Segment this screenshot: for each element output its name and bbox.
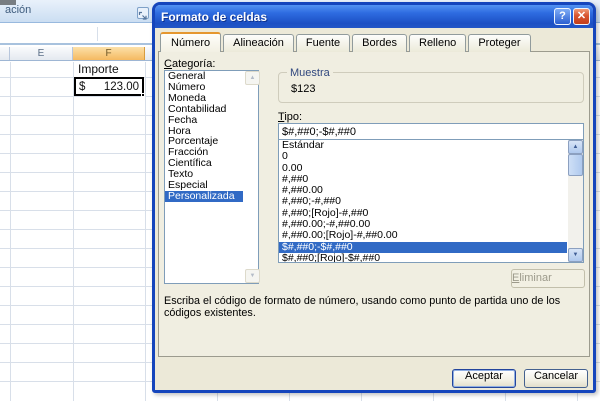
category-item[interactable]: Personalizada	[165, 191, 243, 202]
tab[interactable]: Relleno	[409, 34, 467, 52]
number-tab-page: Categoría: General Número Moneda Contabilid…	[158, 51, 590, 357]
cell-value: 123.00	[103, 80, 139, 93]
cell-f1[interactable]: Importe	[78, 62, 119, 76]
close-icon[interactable]: ✕	[573, 8, 590, 25]
column-header-partial[interactable]	[0, 47, 10, 60]
type-item[interactable]: $#,##0;[Rojo]-$#,##0	[279, 252, 567, 262]
type-listbox[interactable]: Estándar 0 0.00 #,##0 #,##0.00 #,##0;-#,##0 #,…	[278, 139, 584, 263]
type-input[interactable]	[278, 123, 584, 140]
type-item[interactable]: 0	[279, 150, 567, 162]
format-cells-dialog: Formato de celdas ? ✕ Número Alineación Fu…	[152, 2, 596, 393]
sample-value: $123	[291, 83, 316, 95]
category-scrollbar: ▲ ▼	[245, 71, 260, 283]
type-item[interactable]: #,##0.00;[Rojo]-#,##0.00	[279, 230, 567, 242]
tab[interactable]: Número	[160, 32, 222, 52]
gridline	[10, 62, 11, 401]
tab[interactable]: Fuente	[295, 34, 351, 52]
help-icon[interactable]: ?	[554, 8, 571, 25]
name-box-divider	[97, 27, 98, 41]
delete-button[interactable]: Eliminar	[511, 269, 585, 288]
type-item[interactable]: 0.00	[279, 162, 567, 174]
tab[interactable]: Bordes	[352, 34, 407, 52]
sample-group-label: Muestra	[287, 67, 333, 79]
selected-cell-f2[interactable]: $ 123.00	[74, 77, 145, 97]
scroll-up-icon[interactable]: ▲	[568, 140, 583, 154]
screen: ación E F Importe $ 123.00 Formato de ce…	[0, 0, 600, 401]
scroll-down-icon: ▼	[245, 269, 260, 283]
type-scrollbar[interactable]: ▲ ▼	[568, 140, 583, 262]
cancel-button[interactable]: Cancelar	[524, 369, 588, 388]
dialog-title: Formato de celdas	[161, 9, 268, 24]
type-item[interactable]: Estándar	[279, 140, 567, 151]
type-label: Tipo:	[278, 111, 303, 123]
currency-symbol: $	[79, 80, 86, 93]
column-header-e[interactable]: E	[10, 47, 73, 60]
dialog-titlebar[interactable]: Formato de celdas ? ✕	[155, 5, 593, 28]
dialog-launcher-icon[interactable]	[137, 7, 149, 20]
scroll-down-icon[interactable]: ▼	[568, 248, 583, 262]
scroll-up-icon: ▲	[245, 71, 260, 85]
fill-handle[interactable]	[141, 93, 145, 97]
dialog-tabs: Número Alineación Fuente Bordes Relleno Prote…	[160, 32, 533, 52]
tab[interactable]: Alineación	[223, 34, 294, 52]
column-header-f[interactable]: F	[73, 47, 145, 60]
sample-groupbox: Muestra $123	[278, 67, 584, 103]
description-text: Escriba el código de formato de número, …	[164, 295, 561, 319]
ribbon-group-label: ación	[5, 4, 32, 16]
scrollbar-thumb[interactable]	[568, 154, 583, 176]
tab[interactable]: Proteger	[468, 34, 531, 52]
category-label: Categoría:	[164, 58, 216, 70]
accept-button[interactable]: Aceptar	[452, 369, 516, 388]
category-item[interactable]: Contabilidad	[165, 103, 243, 115]
category-item[interactable]: Fecha	[165, 114, 243, 126]
